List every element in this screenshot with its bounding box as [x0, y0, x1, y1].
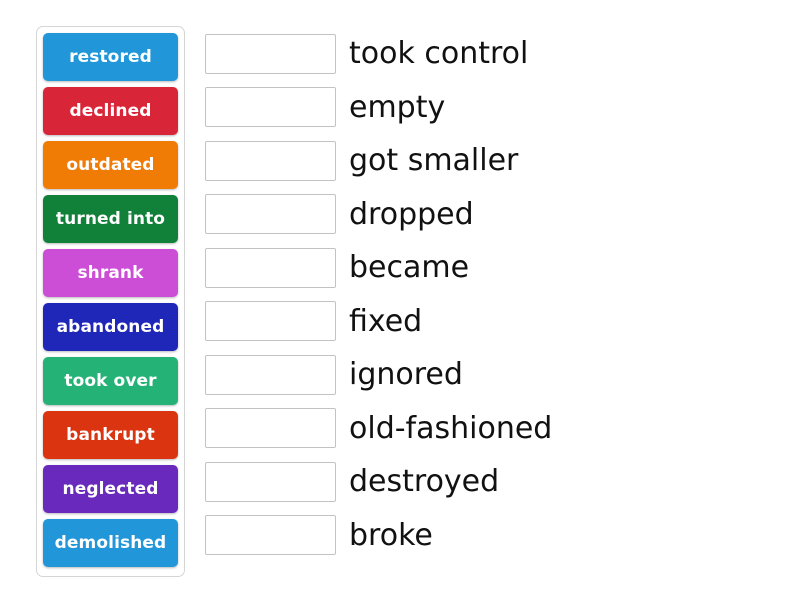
- word-tile[interactable]: neglected: [43, 465, 178, 513]
- match-row: empty: [205, 81, 775, 135]
- drop-target[interactable]: [205, 515, 336, 556]
- word-tile-label: took over: [64, 371, 157, 391]
- definition-label: dropped: [349, 196, 474, 232]
- match-row: dropped: [205, 188, 775, 242]
- match-row: became: [205, 241, 775, 295]
- drop-target[interactable]: [205, 354, 336, 395]
- word-tile[interactable]: took over: [43, 357, 178, 405]
- match-row: got smaller: [205, 134, 775, 188]
- drop-target[interactable]: [205, 87, 336, 128]
- word-tile-label: turned into: [55, 209, 166, 229]
- definition-label: ignored: [349, 357, 463, 392]
- word-tile[interactable]: turned into: [43, 195, 178, 243]
- word-tile[interactable]: outdated: [43, 141, 178, 189]
- definition-label: got smaller: [349, 143, 519, 178]
- drop-target[interactable]: [205, 461, 336, 502]
- match-row: broke: [205, 509, 775, 563]
- match-row: ignored: [205, 348, 775, 402]
- word-tile[interactable]: abandoned: [43, 303, 178, 351]
- match-up-activity: restored declined outdated turned into s…: [0, 0, 800, 600]
- drop-target[interactable]: [205, 194, 336, 235]
- word-tile-label: outdated: [66, 155, 155, 175]
- word-tile-label: bankrupt: [66, 425, 155, 445]
- definition-label: old-fashioned: [349, 410, 553, 446]
- drop-target[interactable]: [205, 247, 336, 288]
- match-row: took control: [205, 27, 775, 81]
- drop-target[interactable]: [205, 33, 336, 74]
- definition-label: destroyed: [349, 464, 500, 499]
- definition-label: took control: [349, 36, 529, 71]
- definition-label: became: [349, 250, 470, 285]
- word-tile[interactable]: demolished: [43, 519, 178, 567]
- word-tile-label: demolished: [54, 533, 167, 553]
- word-tile[interactable]: declined: [43, 87, 178, 135]
- word-tile-tray: restored declined outdated turned into s…: [36, 26, 185, 577]
- drop-target[interactable]: [205, 140, 336, 181]
- match-row: fixed: [205, 295, 775, 349]
- word-tile-label: abandoned: [56, 317, 165, 337]
- definition-label: fixed: [349, 303, 423, 339]
- match-row: old-fashioned: [205, 402, 775, 456]
- definition-label: empty: [349, 89, 446, 125]
- match-row: destroyed: [205, 455, 775, 509]
- word-tile-label: restored: [69, 47, 152, 67]
- word-tile[interactable]: bankrupt: [43, 411, 178, 459]
- match-list: took control empty got smaller dropped b…: [205, 27, 775, 562]
- drop-target[interactable]: [205, 301, 336, 342]
- word-tile-label: declined: [69, 101, 152, 121]
- word-tile[interactable]: restored: [43, 33, 178, 81]
- definition-label: broke: [349, 517, 433, 553]
- word-tile[interactable]: shrank: [43, 249, 178, 297]
- drop-target[interactable]: [205, 408, 336, 449]
- word-tile-label: neglected: [62, 479, 159, 499]
- word-tile-label: shrank: [77, 263, 144, 283]
